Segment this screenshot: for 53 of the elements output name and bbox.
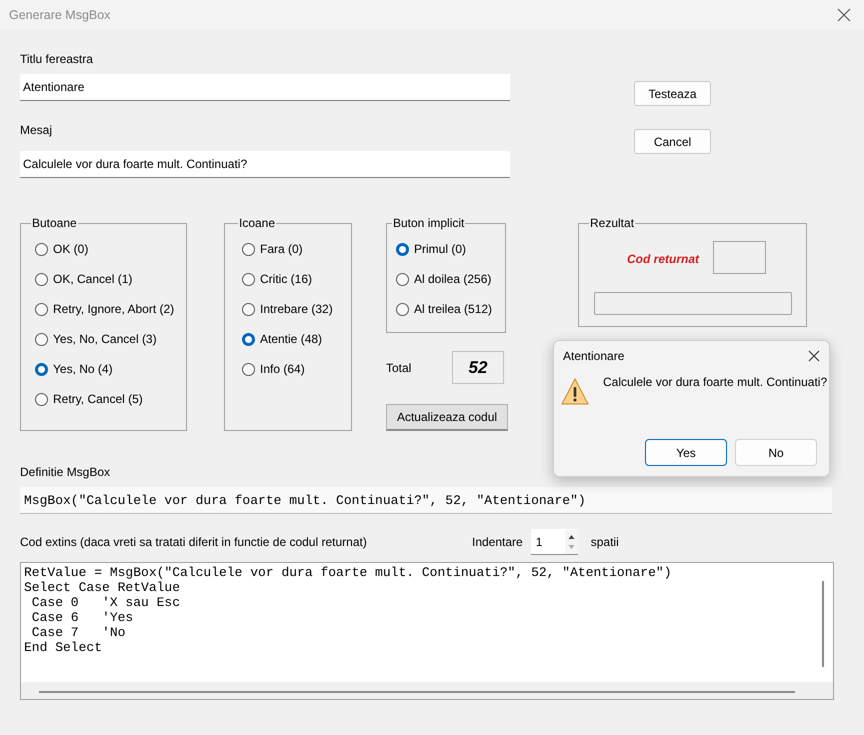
indent-label: Indentare: [472, 535, 523, 549]
close-icon[interactable]: [808, 350, 820, 362]
group-title: Icoane: [238, 216, 276, 230]
group-title: Buton implicit: [392, 216, 466, 230]
window-title: Generare MsgBox: [9, 8, 110, 22]
text-field[interactable]: Atentionare: [20, 74, 510, 101]
code-line: End Select: [24, 640, 102, 655]
action-button[interactable]: Cancel: [634, 129, 711, 154]
indent-spinner[interactable]: 1: [530, 529, 578, 555]
code-field: [713, 241, 766, 274]
update-button[interactable]: Actualizeaza codul: [386, 404, 508, 431]
code-line: RetValue = MsgBox("Calculele vor dura foarte mult. Continuati?", 52, "Atentionare"): [24, 565, 672, 580]
radio-option[interactable]: Yes, No (4): [35, 354, 113, 384]
radio-option[interactable]: Al treilea (512): [396, 294, 492, 324]
group-title: Butoane: [31, 216, 78, 230]
action-button[interactable]: Testeaza: [634, 81, 711, 106]
dialog-button[interactable]: Yes: [645, 439, 727, 466]
code-editor[interactable]: RetValue = MsgBox("Calculele vor dura foarte mult. Continuati?", 52, "Atentionare") Select Case RetValue Case 0 'X sau Esc Case 6 'Yes Case 7 'No End Select: [20, 562, 834, 700]
radio-option[interactable]: Retry, Ignore, Abort (2): [35, 294, 174, 324]
warning-icon: [561, 378, 589, 405]
radio-option[interactable]: Info (64): [242, 354, 305, 384]
dialog-title: Atentionare: [563, 349, 624, 363]
definition-field[interactable]: MsgBox("Calculele vor dura foarte mult. Continuati?", 52, "Atentionare"): [20, 487, 832, 514]
radio-option[interactable]: OK, Cancel (1): [35, 264, 132, 294]
field-label: Mesaj: [20, 123, 52, 139]
indent-unit: spatii: [590, 535, 619, 549]
radio-option[interactable]: Yes, No, Cancel (3): [35, 324, 157, 354]
total-value: 52: [452, 351, 504, 384]
radio-option[interactable]: Retry, Cancel (5): [35, 384, 143, 414]
text-field[interactable]: Calculele vor dura foarte mult. Continuati?: [20, 151, 510, 178]
spin-arrows-icon[interactable]: [564, 530, 578, 554]
code-label: Cod returnat: [627, 252, 699, 266]
radio-option[interactable]: Critic (16): [242, 264, 312, 294]
radio-option[interactable]: Atentie (48): [242, 324, 322, 354]
horizontal-scrollbar[interactable]: [39, 691, 795, 693]
code-line: Case 0 'X sau Esc: [30, 595, 180, 610]
code-line: Case 7 'No: [30, 625, 126, 640]
definition-label: Definitie MsgBox: [20, 465, 112, 481]
radio-option[interactable]: Al doilea (256): [396, 264, 492, 294]
vertical-scrollbar[interactable]: [822, 581, 824, 667]
group-title: Rezultat: [589, 216, 636, 230]
code-line: Case 6 'Yes: [30, 610, 134, 625]
extended-label: Cod extins (daca vreti sa tratati diferit in functie de codul returnat): [20, 535, 368, 549]
radio-option[interactable]: Intrebare (32): [242, 294, 333, 324]
total-label: Total: [386, 360, 412, 374]
close-icon[interactable]: [837, 8, 851, 22]
radio-option[interactable]: Fara (0): [242, 234, 303, 264]
dialog-message: Calculele vor dura foarte mult. Continuati?: [603, 375, 828, 389]
radio-option[interactable]: Primul (0): [396, 234, 466, 264]
field-label: Titlu fereastra: [20, 52, 93, 68]
radio-option[interactable]: OK (0): [35, 234, 88, 264]
dialog-button[interactable]: No: [735, 439, 817, 466]
code-line: Select Case RetValue: [24, 580, 180, 595]
